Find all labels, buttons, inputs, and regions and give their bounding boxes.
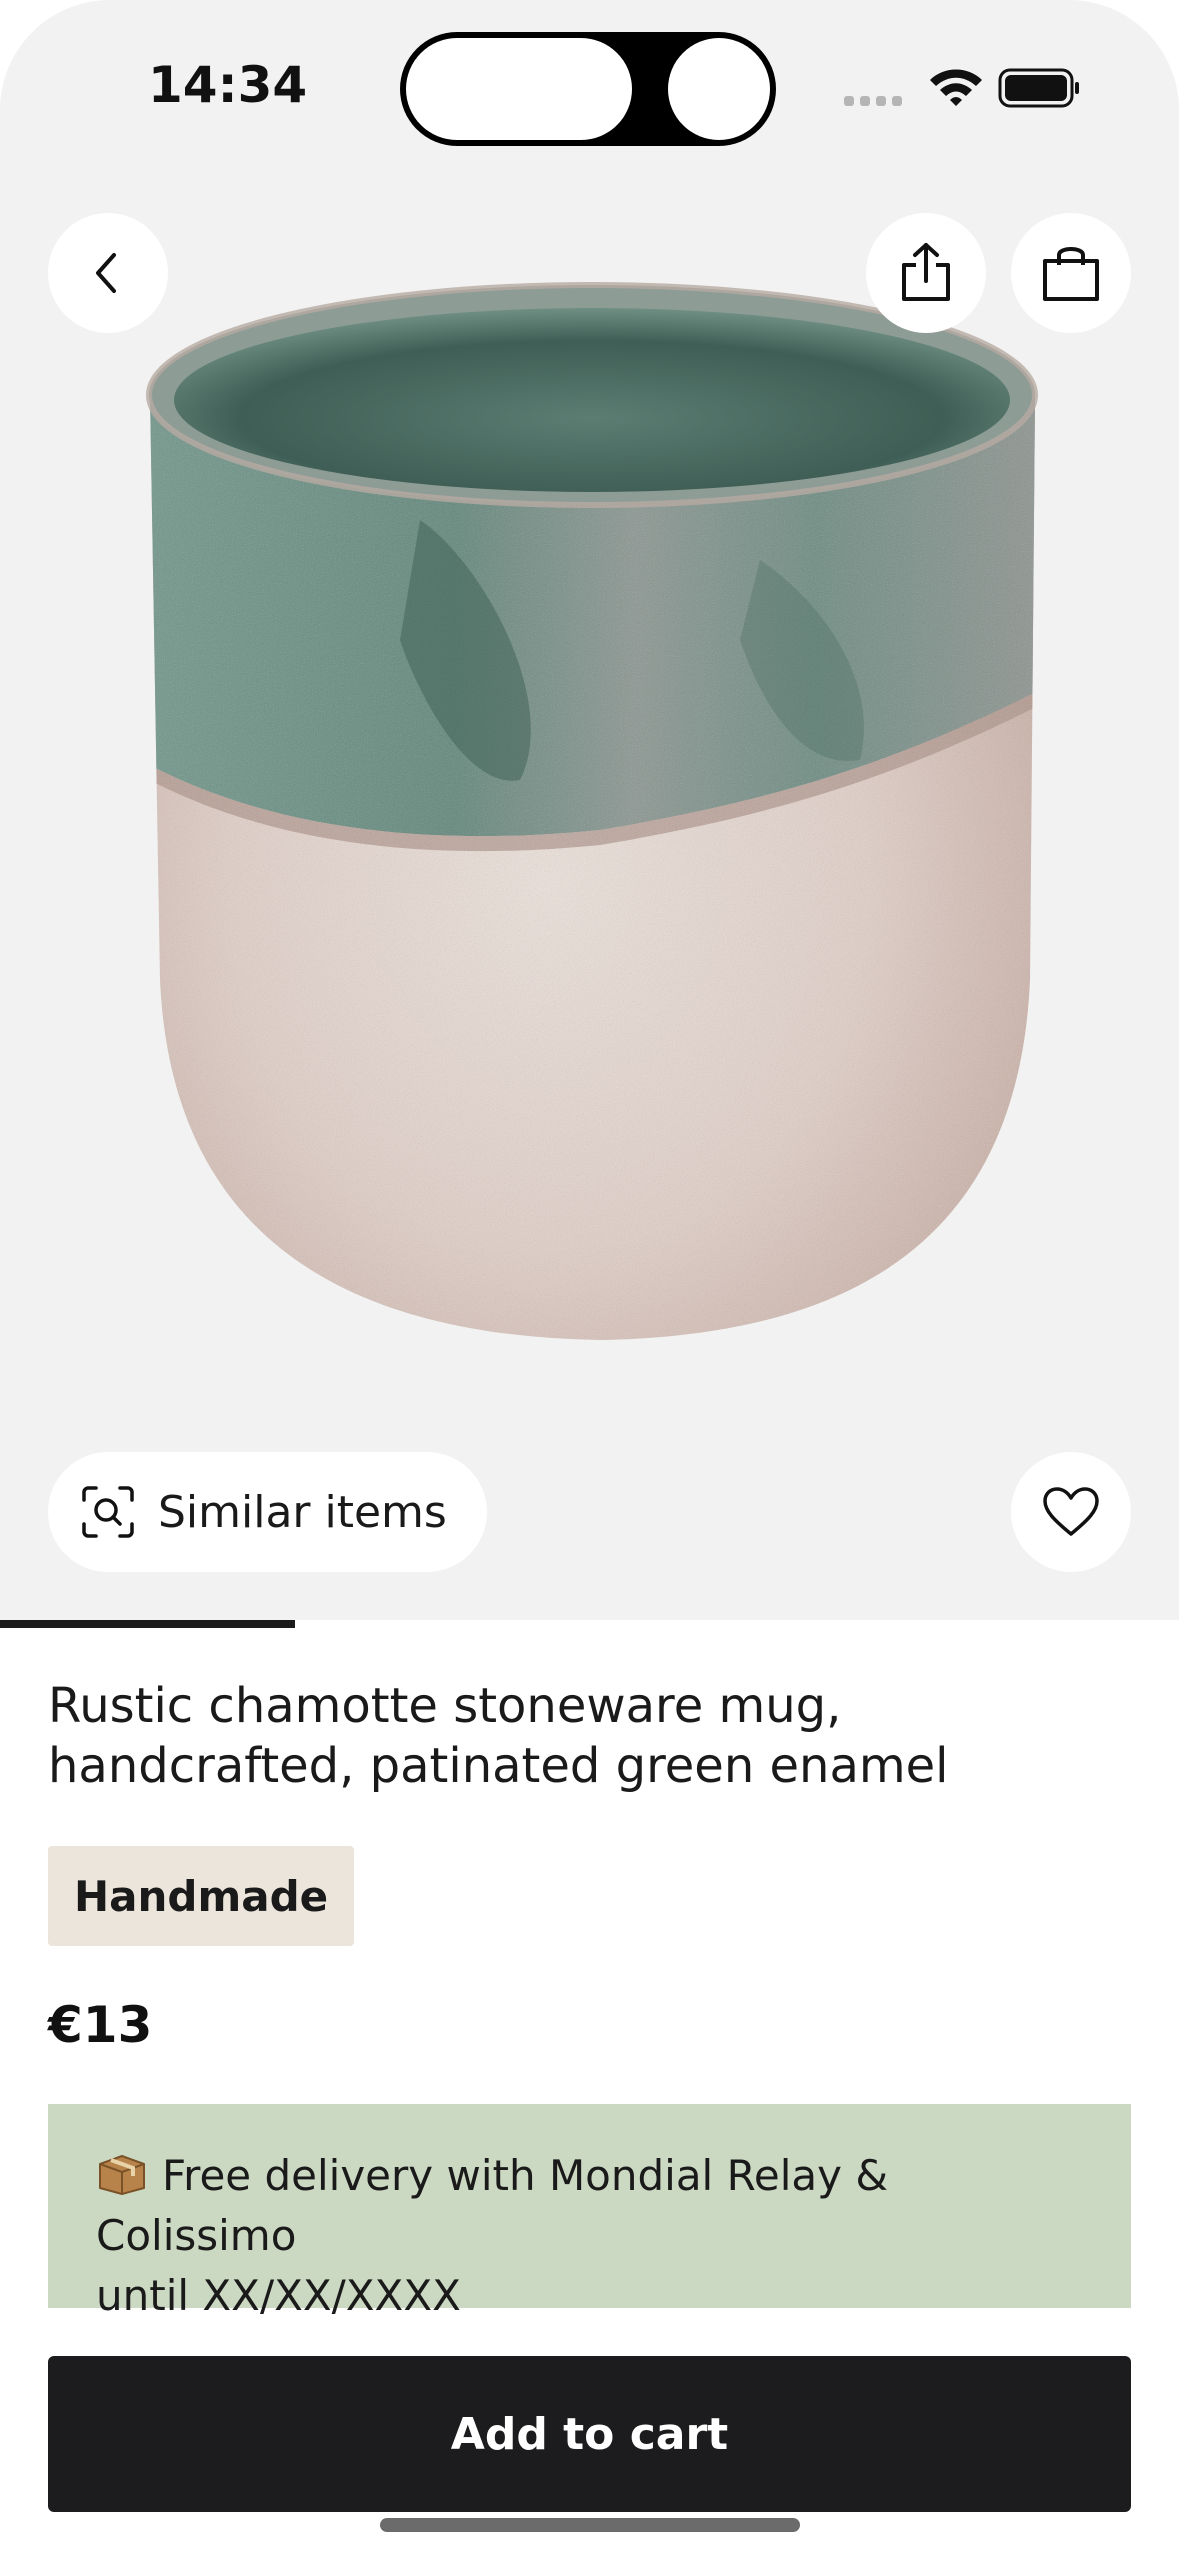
package-icon [99,2155,145,2195]
delivery-banner: Free delivery with Mondial Relay & Colis… [48,2104,1131,2320]
share-button[interactable] [866,213,986,333]
status-time: 14:34 [148,56,308,114]
gallery-progress-fill [0,1620,295,1628]
gallery-progress-bar [0,1620,1179,1628]
product-price: €13 [48,1996,153,2054]
product-image [146,282,1038,1340]
home-indicator [380,2518,800,2532]
add-to-cart-button[interactable]: Add to cart [48,2356,1131,2512]
wifi-icon [930,69,982,106]
shopping-bag-icon [1043,247,1099,301]
product-gallery[interactable]: 14:34 Similar items [0,0,1179,1620]
similar-items-label: Similar items [158,1486,447,1538]
product-title-line1: Rustic chamotte stoneware mug, [48,1678,842,1734]
product-title: Rustic chamotte stoneware mug, handcraft… [48,1676,1108,1796]
back-button[interactable] [48,213,168,333]
similar-items-button[interactable]: Similar items [48,1452,487,1572]
visual-search-icon [82,1486,134,1538]
share-icon [902,243,950,301]
status-icons [844,68,1079,108]
delivery-line1: Free delivery with Mondial Relay & Colis… [96,2151,889,2260]
bag-button[interactable] [1011,213,1131,333]
delivery-line1-row: Free delivery with Mondial Relay & Colis… [96,2146,1083,2266]
favorite-button[interactable] [1011,1452,1131,1572]
handmade-badge: Handmade [48,1846,355,1946]
product-screen: 14:34 Similar items Rustic chamotte ston… [0,0,1179,2556]
delivery-line2: until XX/XX/XXXX [96,2271,461,2320]
dynamic-island [400,32,776,146]
battery-icon [998,68,1079,108]
signal-icon [844,96,902,106]
product-title-line2: handcrafted, patinated green enamel [48,1738,949,1794]
chevron-left-icon [96,253,116,293]
heart-icon [1043,1487,1099,1536]
